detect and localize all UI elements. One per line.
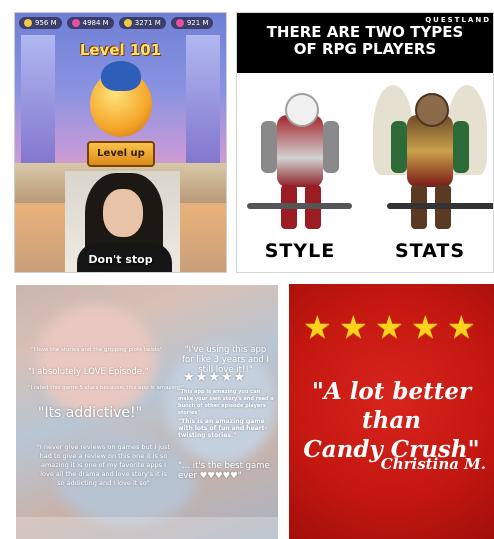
review-text: "I love the stories and the gripping plo… [31,347,163,353]
currency-pill: 4984 M [66,17,114,29]
coin-icon [123,19,132,27]
stats-hero [373,85,493,235]
sword-icon [387,203,493,209]
stats-label: STATS [394,240,466,262]
headline: THERE ARE TWO TYPES OF RPG PLAYERS [266,23,464,58]
review-text: "I absolutely LOVE Episode." [28,367,149,377]
rpg-ad-tile[interactable]: QUESTLAND THERE ARE TWO TYPES OF RPG PLA… [236,12,494,273]
review-text: "This is an amazing game with lots of fu… [178,418,268,439]
presenter-face [103,189,143,237]
star-icon: ★ [303,308,332,346]
review-text: "I rated this game 5 stars because, this… [28,385,185,391]
review-text: "Its addictive!" [38,405,143,421]
headline-bar: QUESTLAND THERE ARE TWO TYPES OF RPG PLA… [237,13,493,73]
gem-icon [175,19,184,27]
level-banner: Level 101 [79,41,162,59]
star-icon: ★ [375,308,404,346]
gem-icon [71,19,80,27]
testimonial-quote: "A lot better than Candy Crush" [303,378,480,463]
game-ad-tile[interactable]: 956 M 4984 M 3271 M 921 M Level 101 Leve… [14,12,227,273]
rating-stars: ★★★★★ [183,370,247,385]
level-up-button[interactable]: Level up [87,141,155,167]
testimonial-author: Christina M. [380,455,486,473]
review-text: "... it's the best game ever ♥♥♥♥♥" [178,461,270,481]
star-icon: ★ [447,308,476,346]
star-icon: ★ [411,308,440,346]
blurred-footer [16,517,278,539]
reviews-ad-tile[interactable]: "I love the stories and the gripping plo… [16,285,278,539]
currency-pill: 3271 M [118,17,166,29]
quote-ad-tile[interactable]: ★ ★ ★ ★ ★ "A lot better than Candy Crush… [289,284,494,539]
currency-hud: 956 M 4984 M 3271 M 921 M [19,17,222,29]
video-caption: Don't stop [88,253,153,266]
style-label: STYLE [264,240,336,262]
style-hero [247,85,352,235]
review-text: "I never give reviews on games but I jus… [36,443,171,487]
star-icon: ★ [339,308,368,346]
currency-pill: 921 M [170,17,214,29]
sword-icon [247,203,352,209]
review-text: "This app is amazing you can make your o… [178,389,274,416]
bird-helmet [101,61,141,91]
currency-pill: 956 M [19,17,62,29]
coin-icon [24,19,32,27]
